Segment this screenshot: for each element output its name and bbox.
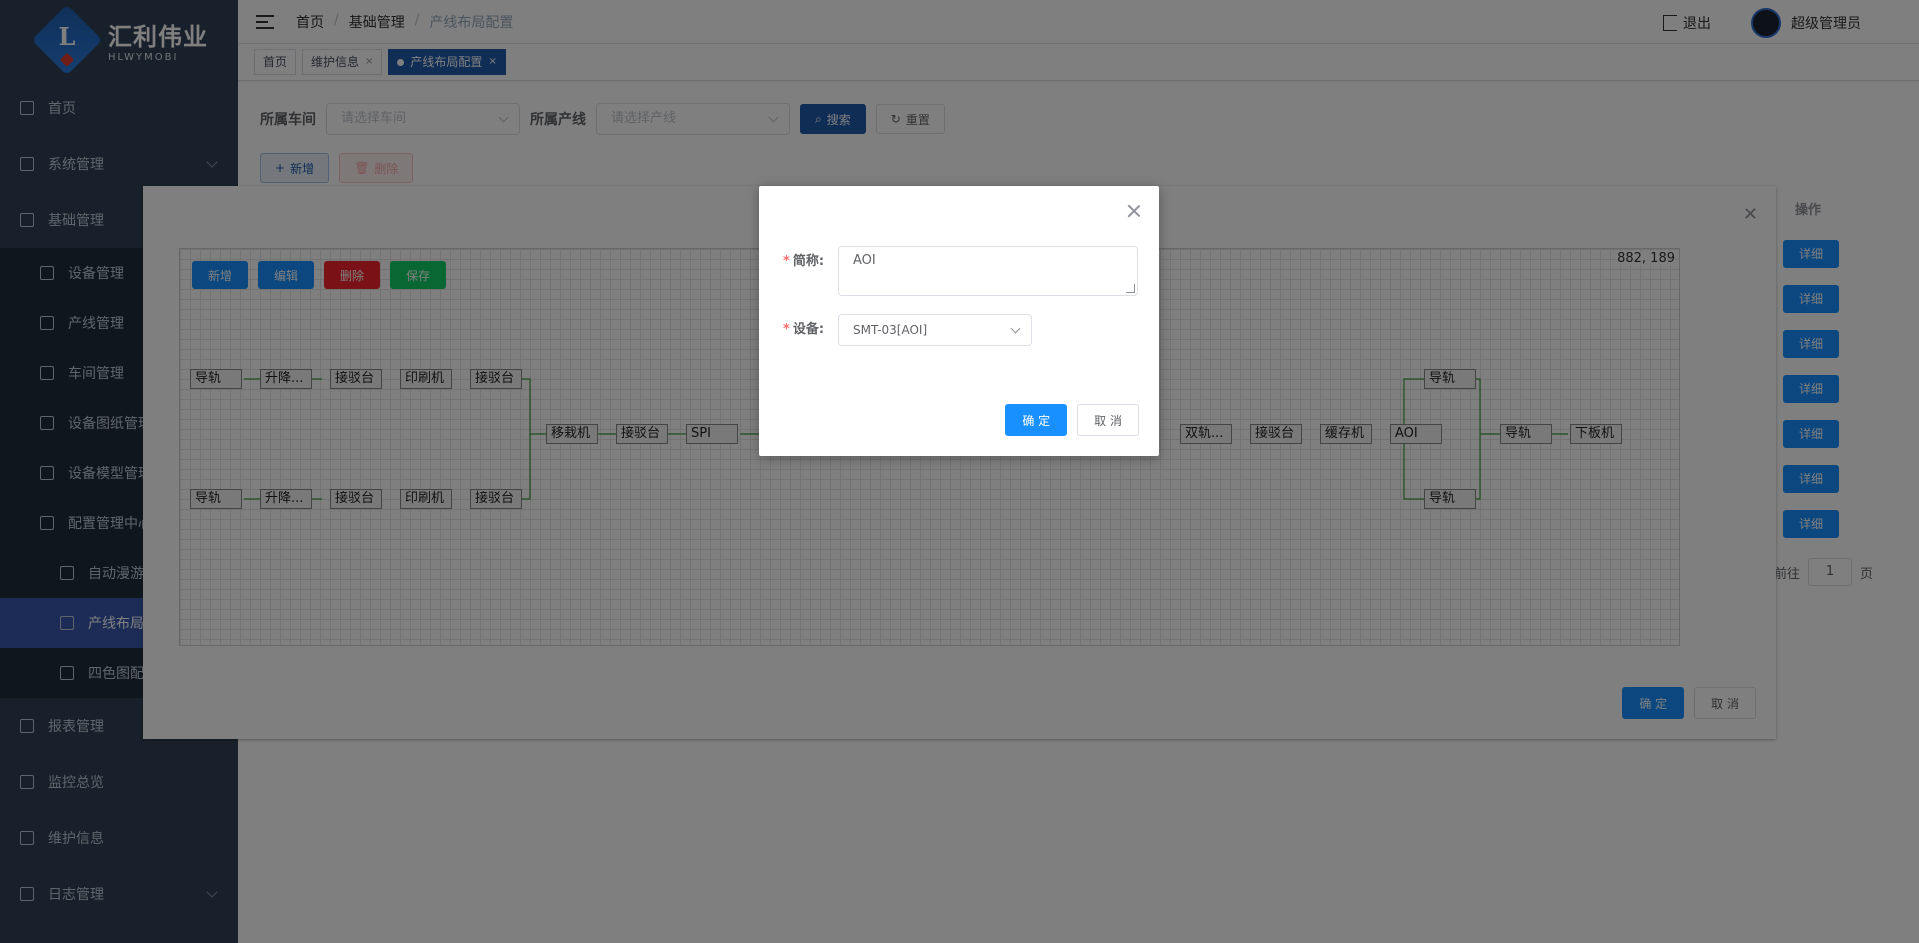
name-field-row: * 简称: AOI xyxy=(783,246,1138,296)
device-value: SMT-03[AOI] xyxy=(853,323,928,337)
name-label: * 简称: xyxy=(783,254,825,269)
modal-overlay xyxy=(0,0,1919,943)
edit-node-dialog: * 简称: AOI * 设备: SMT-03[AOI] 确 定 取 消 xyxy=(759,186,1159,456)
name-textarea[interactable]: AOI xyxy=(838,246,1138,296)
cancel-button[interactable]: 取 消 xyxy=(1077,404,1139,436)
chevron-down-icon xyxy=(1010,323,1021,334)
close-icon[interactable] xyxy=(1127,204,1141,218)
device-field-row: * 设备: SMT-03[AOI] xyxy=(783,314,1032,346)
confirm-button[interactable]: 确 定 xyxy=(1005,404,1068,436)
device-select[interactable]: SMT-03[AOI] xyxy=(838,314,1032,346)
device-label: * 设备: xyxy=(783,322,825,337)
